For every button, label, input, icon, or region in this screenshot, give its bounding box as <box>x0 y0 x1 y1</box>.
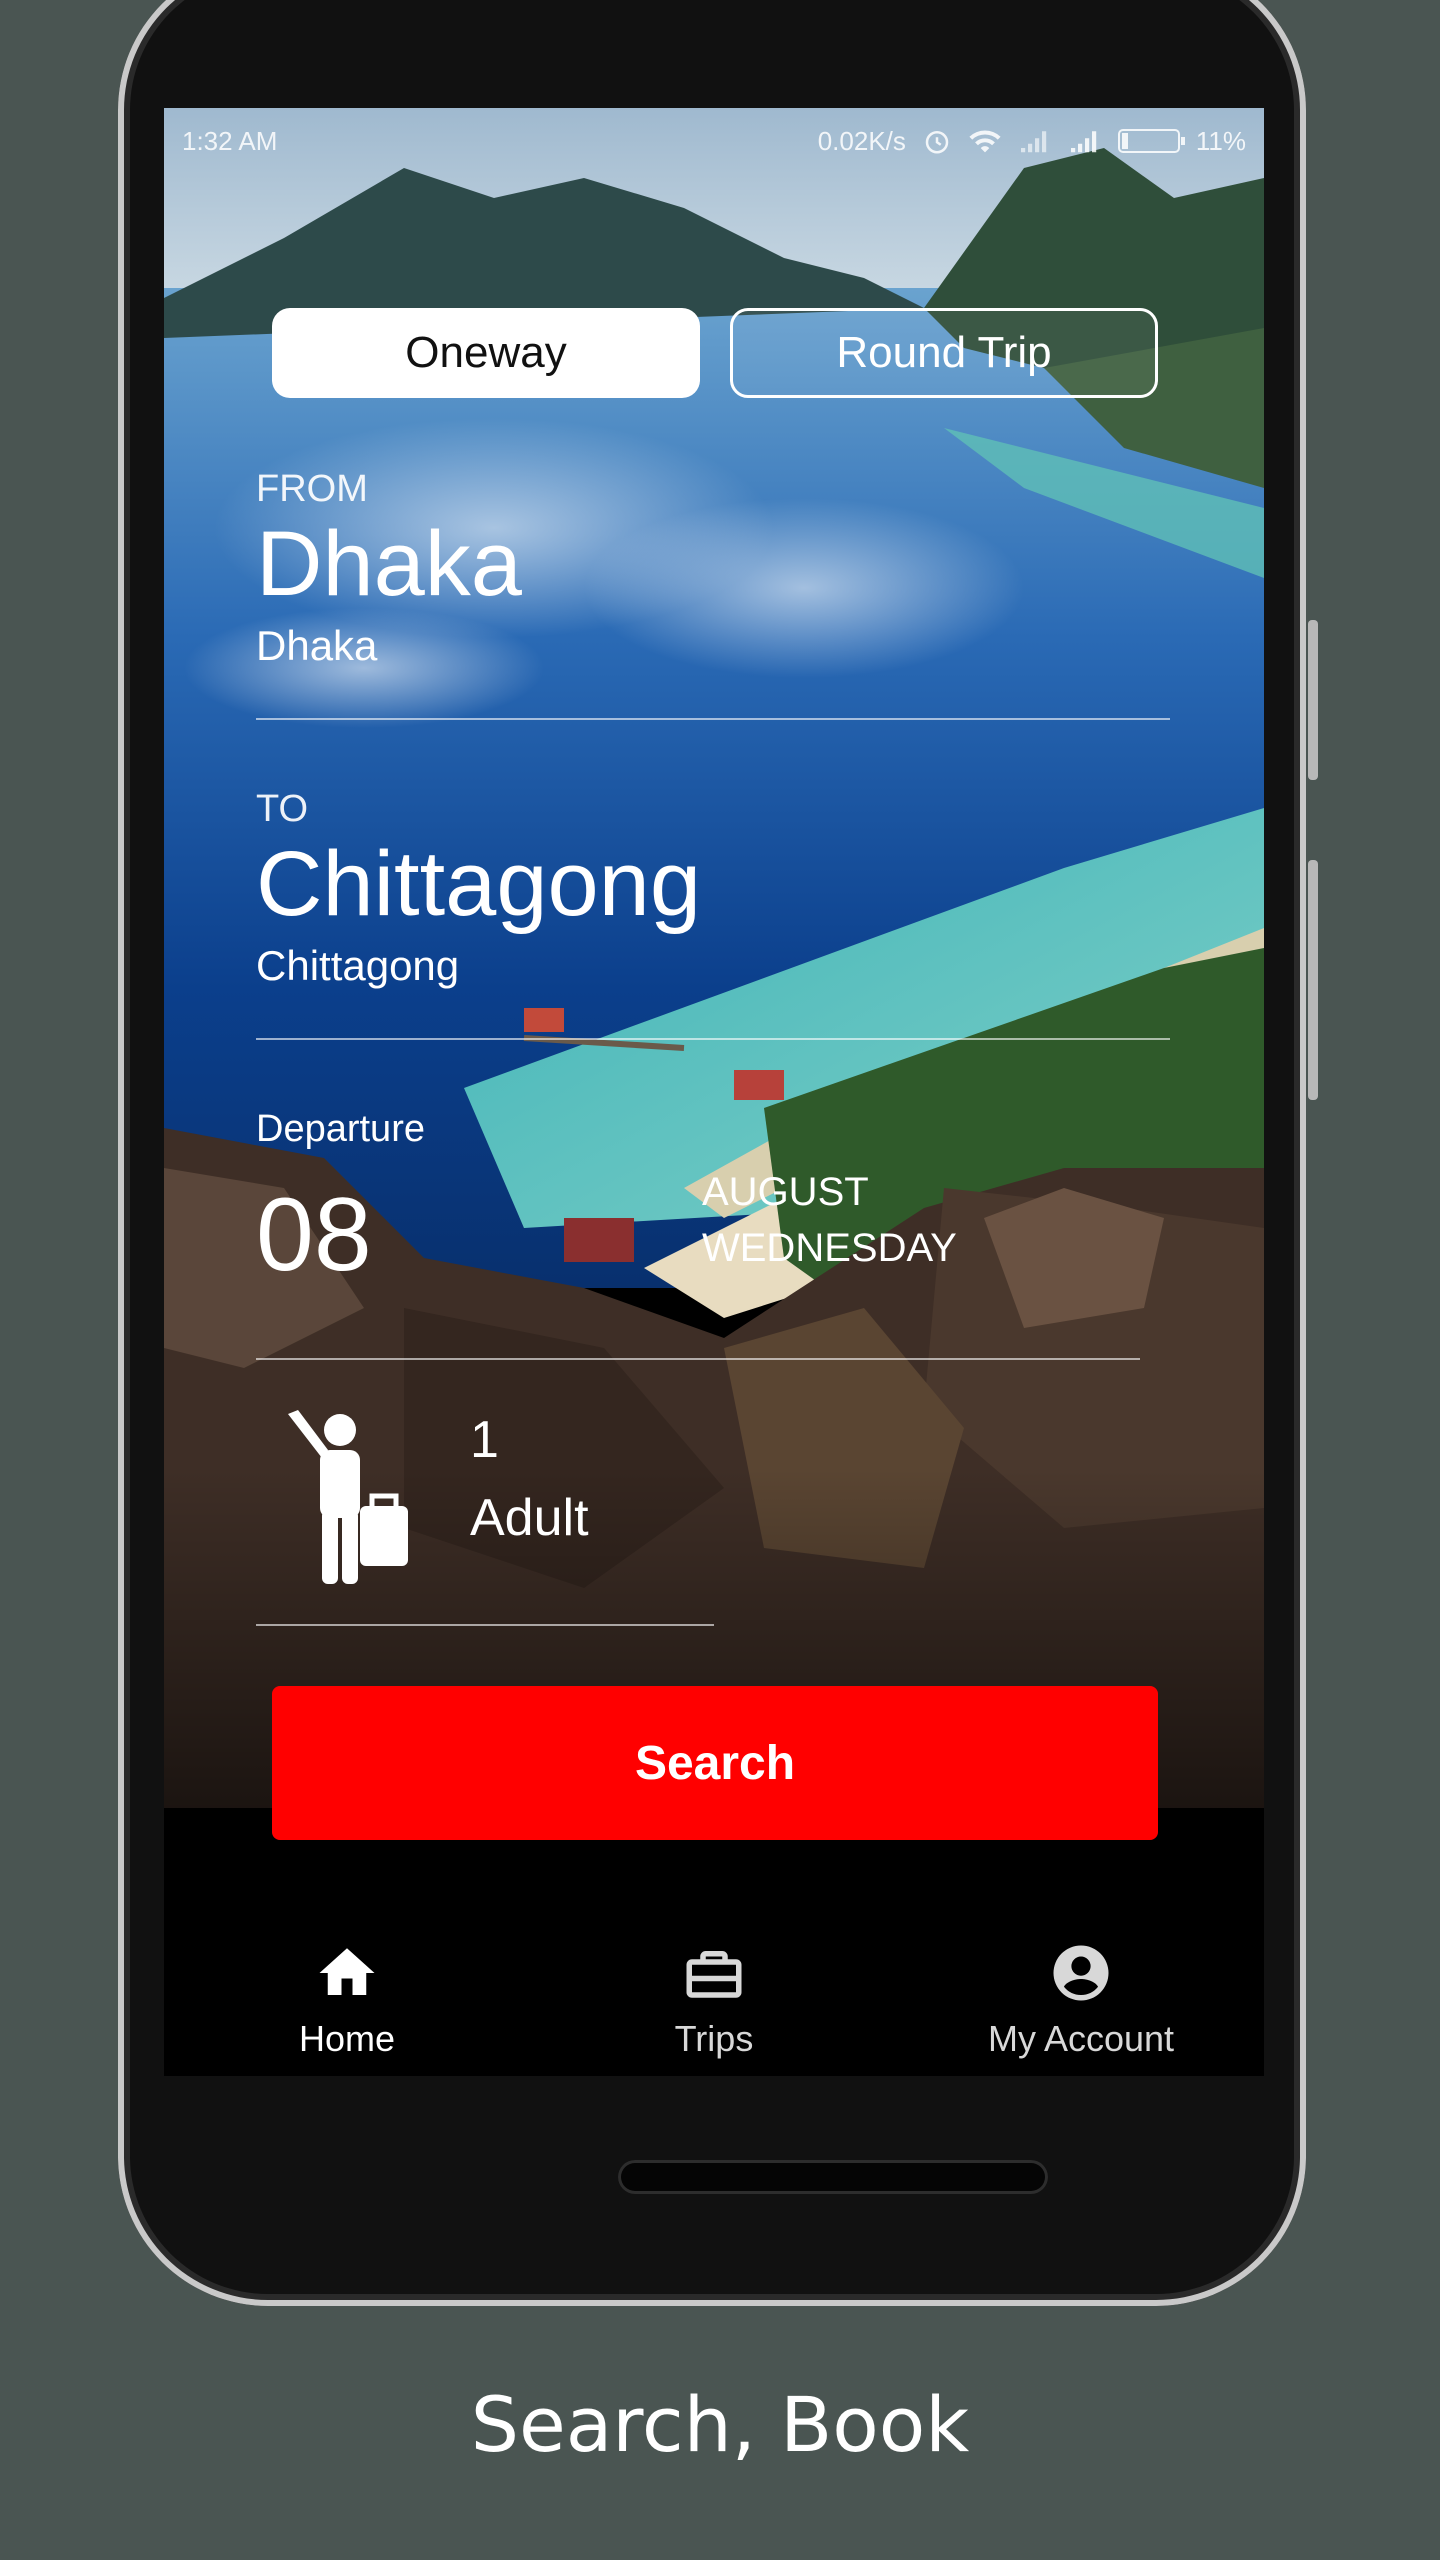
account-circle-icon <box>1053 1945 1109 2001</box>
passenger-type: Adult <box>470 1489 589 1547</box>
alarm-icon <box>925 131 949 154</box>
battery-percent: 11% <box>1195 125 1246 156</box>
battery-icon <box>1117 129 1185 153</box>
nav-item-trips[interactable]: Trips <box>531 1908 897 2076</box>
briefcase-icon <box>686 1951 742 1998</box>
passenger-count: 1 <box>470 1411 499 1469</box>
oneway-toggle[interactable]: Oneway <box>272 308 700 398</box>
to-divider <box>256 1038 1170 1040</box>
to-station: Chittagong <box>256 942 460 990</box>
departure-label: Departure <box>256 1108 425 1150</box>
bottom-navigation: Home Trips My Account <box>164 1908 1264 2076</box>
wifi-icon <box>969 130 1001 153</box>
status-icons: 0.02K/s 11% <box>818 126 1246 157</box>
from-divider <box>256 718 1170 720</box>
from-label: FROM <box>256 468 368 510</box>
departure-divider <box>256 1358 1140 1360</box>
to-city: Chittagong <box>256 833 701 935</box>
from-station: Dhaka <box>256 622 378 670</box>
promo-caption: Search, Book <box>470 2380 970 2469</box>
round-trip-toggle[interactable]: Round Trip <box>730 308 1158 398</box>
phone-power-button <box>1308 860 1318 1100</box>
phone-bottom-speaker <box>618 2160 1048 2194</box>
departure-day: 08 <box>256 1177 372 1293</box>
status-bar: 1:32 AM 0.02K/s 11% <box>164 108 1264 174</box>
app-screen: 1:32 AM 0.02K/s 11% Oneway Round Trip FR… <box>164 108 1264 2076</box>
to-field[interactable]: TO Chittagong Chittagong <box>256 788 1170 990</box>
nav-item-my-account[interactable]: My Account <box>898 1908 1264 2076</box>
nav-item-home[interactable]: Home <box>164 1908 530 2076</box>
departure-month: AUGUST <box>702 1170 869 1214</box>
from-city: Dhaka <box>256 513 522 615</box>
nav-label-trips: Trips <box>674 2018 754 2059</box>
nav-label-home: Home <box>298 2018 396 2059</box>
departure-weekday: WEDNESDAY <box>702 1226 957 1270</box>
traveler-with-luggage-icon <box>288 1410 408 1584</box>
home-icon <box>319 1948 375 1995</box>
signal-icon-1 <box>1020 131 1047 153</box>
from-field[interactable]: FROM Dhaka Dhaka <box>256 468 1170 670</box>
search-button[interactable]: Search <box>272 1686 1158 1840</box>
nav-label-my-account: My Account <box>987 2018 1175 2059</box>
network-speed: 0.02K/s <box>817 125 906 156</box>
signal-icon-2 <box>1070 131 1097 153</box>
phone-volume-button <box>1308 620 1318 780</box>
to-label: TO <box>256 788 309 830</box>
passenger-divider <box>256 1624 714 1626</box>
status-time: 1:32 AM <box>182 125 278 156</box>
